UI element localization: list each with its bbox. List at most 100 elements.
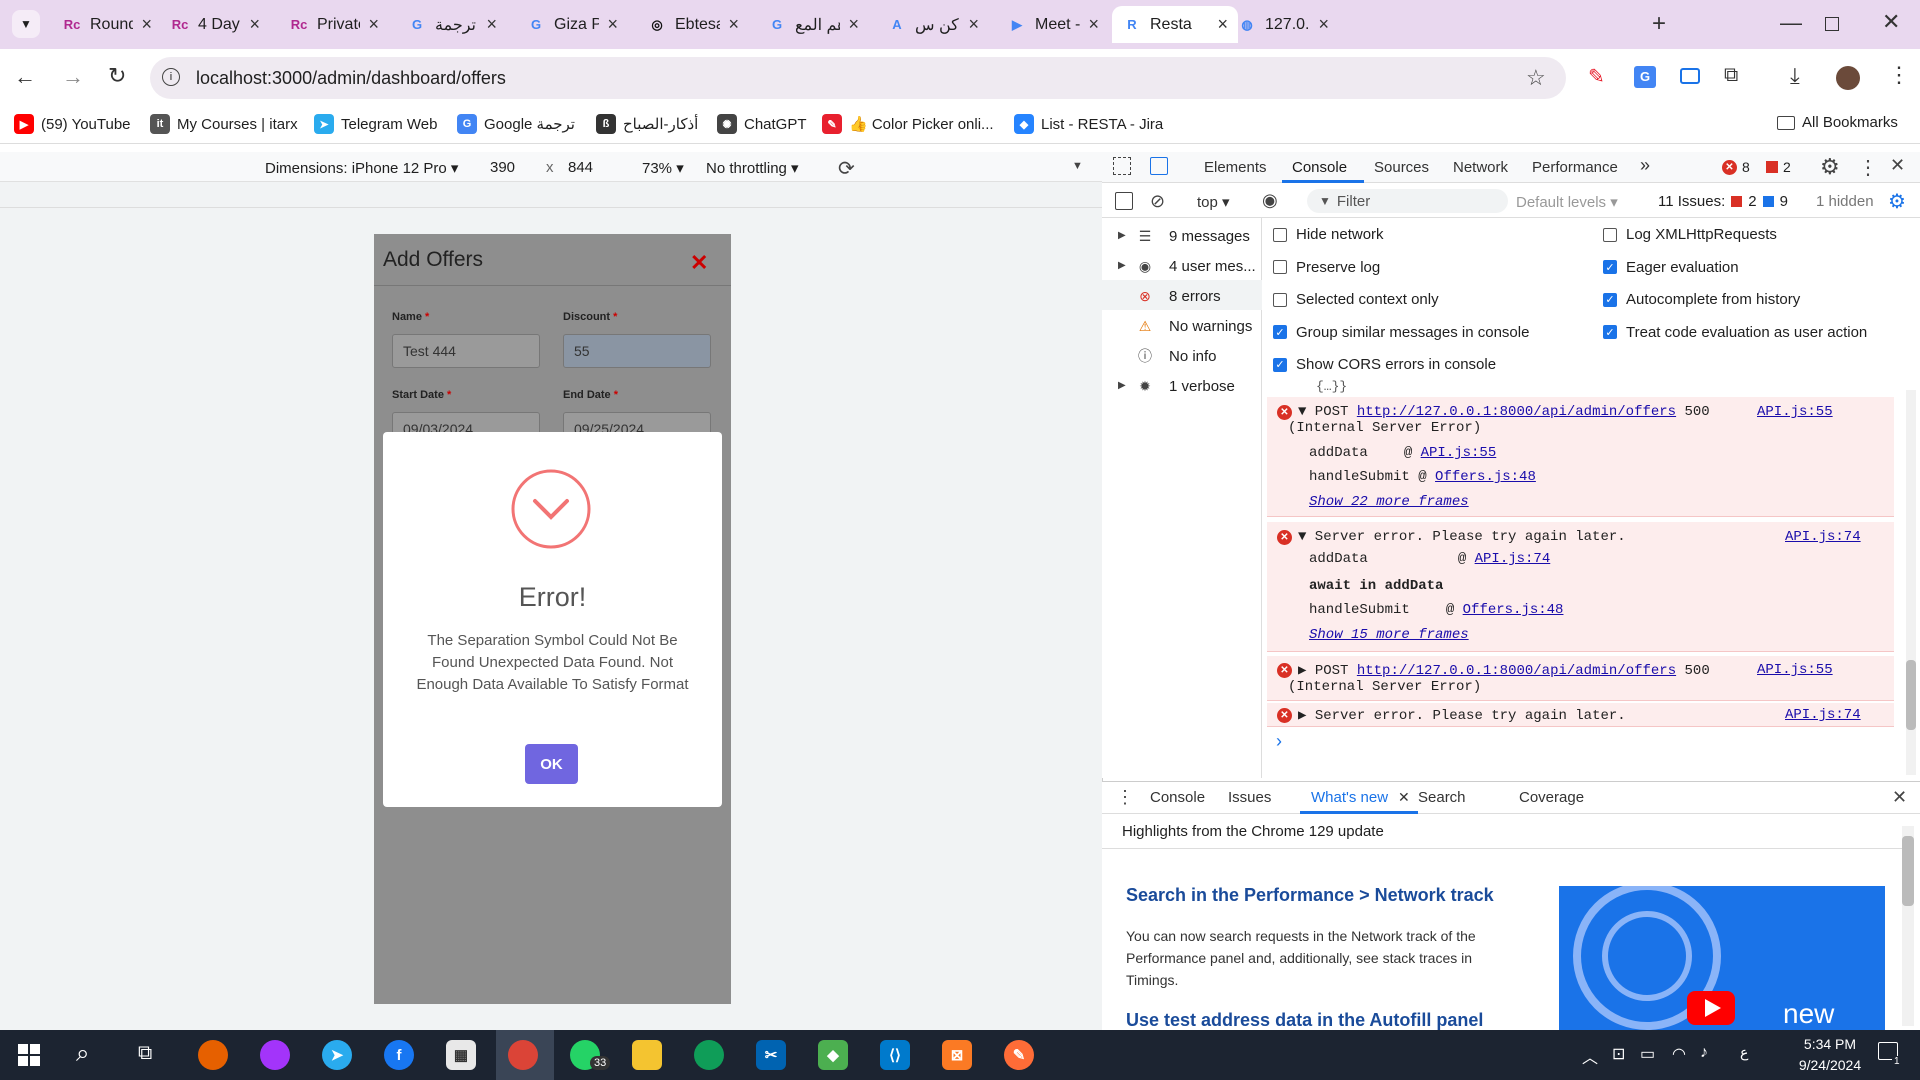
browser-tab[interactable]: G ترجمة ile × bbox=[397, 6, 507, 43]
drawer-tab[interactable]: Coverage bbox=[1519, 789, 1584, 806]
devtools-issue-badge[interactable]: 2 bbox=[1766, 159, 1791, 175]
filter-input[interactable]: ▼ Filter bbox=[1307, 189, 1508, 213]
bookmark-item[interactable]: ✎ 👍 Color Picker onli... bbox=[822, 114, 994, 134]
error-message-head[interactable]: ▼ Server error. Please try again later. bbox=[1298, 529, 1626, 545]
edge-icon[interactable] bbox=[694, 1040, 724, 1070]
tab-close-icon[interactable]: × bbox=[249, 14, 260, 35]
issues-summary[interactable]: 11 Issues: 2 9 bbox=[1658, 193, 1788, 210]
inspect-element-icon[interactable] bbox=[1113, 157, 1131, 175]
windows-start-icon[interactable] bbox=[18, 1044, 40, 1066]
download-icon[interactable]: ⤓ bbox=[1790, 63, 1800, 89]
tab-close-icon[interactable]: × bbox=[1088, 14, 1099, 35]
window-close-button[interactable]: ✕ bbox=[1882, 9, 1900, 35]
sidebar-toggle-icon[interactable] bbox=[1115, 192, 1133, 210]
browser-tab[interactable]: Rc 4 Day Ca × bbox=[160, 6, 270, 43]
browser-tab[interactable]: ▶ Meet - c × bbox=[997, 6, 1109, 43]
expand-arrow-icon[interactable]: ▶ bbox=[1118, 260, 1126, 271]
device-height-input[interactable]: 844 bbox=[568, 159, 593, 176]
zoom-selector[interactable]: 73% ▾ bbox=[642, 159, 684, 177]
restore-button[interactable] bbox=[1825, 17, 1839, 31]
throttling-selector[interactable]: No throttling ▾ bbox=[706, 159, 799, 177]
device-options-icon[interactable]: ▼ bbox=[1072, 160, 1083, 172]
show-more-frames-link[interactable]: Show 15 more frames bbox=[1309, 627, 1469, 643]
tab-close-icon[interactable]: × bbox=[607, 14, 618, 35]
sidebar-item[interactable]: ⓘ No info bbox=[1135, 346, 1217, 366]
snipping-tool-icon[interactable]: ✂ bbox=[756, 1040, 786, 1070]
clock-date[interactable]: 9/24/2024 bbox=[1788, 1057, 1872, 1073]
request-url-link[interactable]: http://127.0.0.1:8000/api/admin/offers bbox=[1357, 663, 1676, 679]
frame-location-link[interactable]: API.js:55 bbox=[1421, 445, 1497, 461]
sidebar-item[interactable]: ⚠ No warnings bbox=[1135, 316, 1253, 336]
clock-time[interactable]: 5:34 PM bbox=[1788, 1036, 1872, 1052]
tab-close-icon[interactable]: × bbox=[968, 14, 979, 35]
avatar[interactable] bbox=[1836, 66, 1860, 90]
bookmark-item[interactable]: G Google ترجمة bbox=[457, 114, 575, 134]
source-link[interactable]: API.js:55 bbox=[1757, 662, 1833, 678]
close-icon[interactable]: ✕ bbox=[690, 250, 708, 276]
checkbox-checked-icon[interactable]: ✓ bbox=[1603, 260, 1617, 274]
console-setting-checkbox[interactable]: Log XMLHttpRequests bbox=[1603, 226, 1777, 243]
request-url-link[interactable]: http://127.0.0.1:8000/api/admin/offers bbox=[1357, 404, 1676, 420]
eye-icon[interactable]: ◉ bbox=[1262, 190, 1278, 211]
extension-pen-icon[interactable]: ✎ bbox=[1588, 64, 1605, 89]
expand-arrow-icon[interactable]: ▶ bbox=[1118, 380, 1126, 391]
console-settings-gear-icon[interactable]: ⚙ bbox=[1888, 189, 1906, 214]
drawer-menu-icon[interactable]: ⋮ bbox=[1116, 787, 1134, 808]
console-setting-checkbox[interactable]: ✓ Autocomplete from history bbox=[1603, 291, 1800, 308]
frame-location-link[interactable]: Offers.js:48 bbox=[1435, 469, 1536, 485]
drawer-scrollbar[interactable] bbox=[1902, 826, 1914, 1026]
checkbox-checked-icon[interactable]: ✓ bbox=[1273, 357, 1287, 372]
facebook-icon[interactable]: f bbox=[384, 1040, 414, 1070]
tray-battery-icon[interactable]: ▭ bbox=[1640, 1044, 1655, 1064]
tab-close-icon[interactable]: × bbox=[1318, 14, 1329, 35]
device-width-input[interactable]: 390 bbox=[490, 159, 515, 176]
browser-tab[interactable]: ◎ Ebtesam × bbox=[637, 6, 749, 43]
bookmark-item[interactable]: ◆ List - RESTA - Jira bbox=[1014, 114, 1163, 134]
checkbox-checked-icon[interactable]: ✓ bbox=[1603, 325, 1617, 339]
devtools-error-badge[interactable]: ✕ 8 bbox=[1722, 159, 1750, 175]
whats-new-heading[interactable]: Use test address data in the Autofill pa… bbox=[1126, 1010, 1483, 1031]
devtools-close-icon[interactable]: ✕ bbox=[1890, 155, 1905, 176]
browser-tab[interactable]: A اماكن س × bbox=[877, 6, 989, 43]
sidebar-item[interactable]: ✹ 1 verbose bbox=[1135, 376, 1235, 396]
tab-close-icon[interactable]: × bbox=[728, 14, 739, 35]
devtools-tab-performance[interactable]: Performance bbox=[1532, 159, 1618, 176]
tray-volume-icon[interactable]: ♪ bbox=[1700, 1044, 1708, 1062]
new-tab-button[interactable]: + bbox=[1652, 10, 1666, 38]
tab-close-icon[interactable]: × bbox=[368, 14, 379, 35]
tray-language[interactable]: ع bbox=[1740, 1044, 1748, 1061]
checkbox-unchecked-icon[interactable] bbox=[1273, 292, 1287, 307]
all-bookmarks-button[interactable]: All Bookmarks bbox=[1777, 114, 1898, 131]
git-tool-icon[interactable]: ◆ bbox=[818, 1040, 848, 1070]
frame-location-link[interactable]: API.js:74 bbox=[1475, 551, 1551, 567]
browser-tab[interactable]: G أهم المع × bbox=[757, 6, 869, 43]
vscode-icon[interactable]: ⟨⟩ bbox=[880, 1040, 910, 1070]
drawer-tab[interactable]: Search bbox=[1418, 789, 1466, 806]
console-setting-checkbox[interactable]: Hide network bbox=[1273, 226, 1384, 243]
tray-network-icon[interactable]: ⊡ bbox=[1612, 1044, 1625, 1064]
sidebar-item[interactable]: ☰ 9 messages bbox=[1135, 226, 1250, 246]
sidebar-item[interactable]: ◉ 4 user mes... bbox=[1135, 256, 1256, 276]
browser-tab[interactable]: Rc Round Ti × bbox=[52, 6, 162, 43]
device-toggle-icon[interactable] bbox=[1150, 157, 1168, 175]
checkbox-unchecked-icon[interactable] bbox=[1273, 260, 1287, 274]
source-link[interactable]: API.js:74 bbox=[1785, 529, 1861, 545]
back-button[interactable]: ← bbox=[14, 64, 36, 90]
expand-arrow-icon[interactable]: ▶ bbox=[1118, 230, 1126, 241]
console-setting-checkbox[interactable]: ✓ Eager evaluation bbox=[1603, 259, 1739, 276]
tray-chevron-icon[interactable]: ︿ bbox=[1582, 1044, 1598, 1068]
extensions-puzzle-icon[interactable]: ⧉ bbox=[1724, 64, 1738, 87]
tab-close-icon[interactable]: × bbox=[141, 14, 152, 35]
task-view-icon[interactable]: ⧉ bbox=[138, 1042, 152, 1065]
drawer-tab[interactable]: What's new bbox=[1311, 789, 1388, 806]
whats-new-heading[interactable]: Search in the Performance > Network trac… bbox=[1126, 885, 1494, 906]
settings-gear-icon[interactable]: ⚙ bbox=[1820, 154, 1840, 180]
tab-close-icon[interactable]: × bbox=[848, 14, 859, 35]
context-selector[interactable]: top ▾ bbox=[1197, 193, 1230, 211]
console-scrollbar[interactable] bbox=[1906, 390, 1916, 775]
console-prompt[interactable]: › bbox=[1276, 731, 1282, 752]
search-icon[interactable]: ⌕ bbox=[76, 1040, 89, 1068]
bookmark-star-icon[interactable]: ☆ bbox=[1526, 65, 1546, 91]
forward-button[interactable]: → bbox=[62, 64, 84, 90]
ok-button[interactable]: OK bbox=[525, 744, 578, 784]
